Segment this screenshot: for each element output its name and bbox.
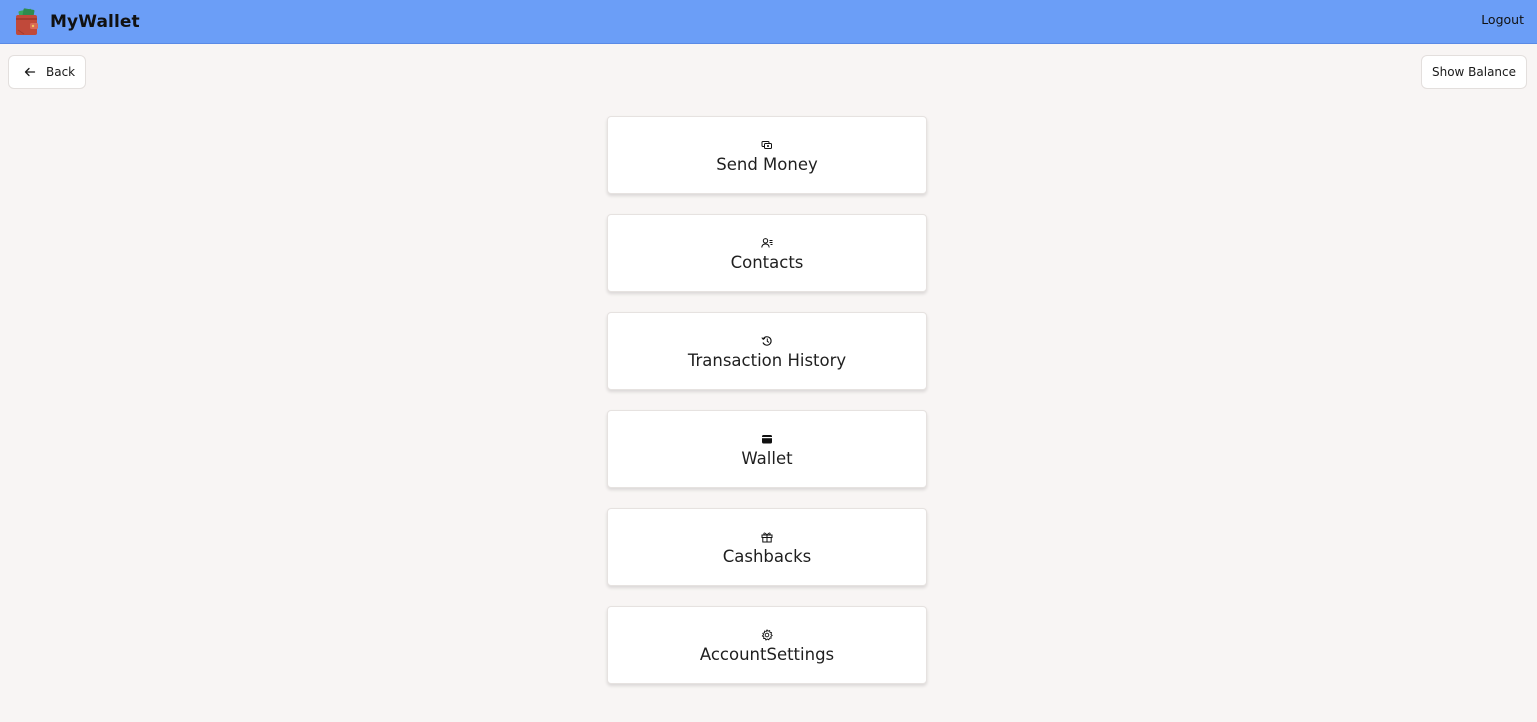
contacts-icon <box>761 237 773 248</box>
menu-item-label: Send Money <box>716 154 818 174</box>
arrow-left-icon <box>24 67 36 77</box>
menu-item-wallet[interactable]: Wallet <box>607 410 927 488</box>
top-navigation-bar: MyWallet Logout <box>0 0 1537 44</box>
back-button[interactable]: Back <box>8 55 86 89</box>
menu-item-transaction-history[interactable]: Transaction History <box>607 312 927 390</box>
logout-button[interactable]: Logout <box>1481 12 1524 27</box>
gift-icon <box>761 532 773 542</box>
menu-item-label: Transaction History <box>687 350 847 370</box>
gear-icon <box>761 628 773 641</box>
menu-item-label: Cashbacks <box>722 546 812 566</box>
history-icon <box>761 335 772 346</box>
wallet-icon <box>762 434 772 443</box>
menu-item-contacts[interactable]: Contacts <box>607 214 927 292</box>
wallet-logo-icon <box>16 8 38 35</box>
back-label: Back <box>46 65 76 79</box>
menu-item-account-settings[interactable]: AccountSettings <box>607 606 927 684</box>
send-money-icon <box>761 140 772 149</box>
menu-item-label: Wallet <box>741 448 793 468</box>
menu-item-label: AccountSettings <box>699 644 835 664</box>
menu-item-cashbacks[interactable]: Cashbacks <box>607 508 927 586</box>
menu-item-label: Contacts <box>730 252 804 272</box>
brand[interactable]: MyWallet <box>12 6 140 38</box>
app-name: MyWallet <box>50 12 140 32</box>
show-balance-button[interactable]: Show Balance <box>1421 55 1527 89</box>
menu-item-send-money[interactable]: Send Money <box>607 116 927 194</box>
main-menu: Send Money Contacts Transaction History … <box>607 116 927 704</box>
